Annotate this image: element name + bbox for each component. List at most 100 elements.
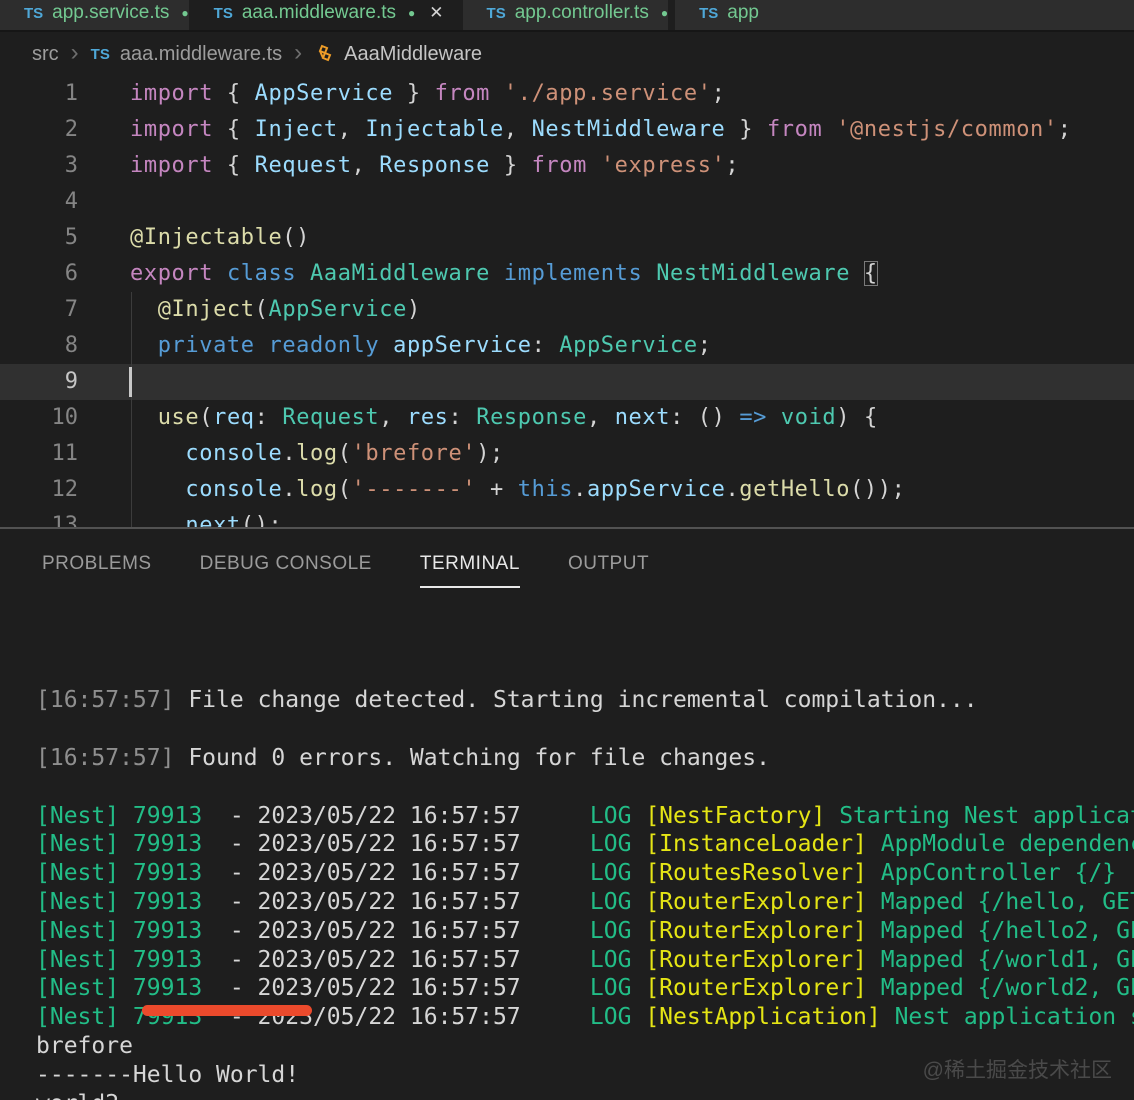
terminal-text (631, 1004, 645, 1030)
terminal-output[interactable]: [16:57:57] File change detected. Startin… (36, 600, 1134, 1100)
token: { (213, 81, 255, 106)
terminal-text (521, 803, 590, 829)
token: export (130, 261, 213, 286)
code-line: 13 next(); (0, 508, 1134, 527)
terminal-text (521, 860, 590, 886)
terminal-text: AppController {/} (867, 860, 1116, 886)
terminal-line: [Nest] 79913 - 2023/05/22 16:57:57 LOG [… (36, 830, 1134, 859)
token (490, 81, 504, 106)
terminal-text (521, 1004, 590, 1030)
token (130, 513, 185, 527)
token (130, 297, 158, 322)
red-annotation-marker (142, 1005, 312, 1016)
token: : (255, 405, 283, 430)
editor-tab-app.service.ts[interactable]: TSapp.service.ts● (0, 0, 190, 32)
token: + (476, 477, 518, 502)
panel-tab-problems[interactable]: PROBLEMS (42, 553, 152, 575)
breadcrumb-folder[interactable]: src (32, 43, 59, 66)
token: ; (698, 333, 712, 358)
token: next (615, 405, 670, 430)
token: (); (241, 513, 283, 527)
token: () (282, 225, 310, 250)
code-text: import { AppService } from './app.servic… (78, 76, 725, 112)
token: Response (476, 405, 587, 430)
terminal-text (631, 803, 645, 829)
token: from (767, 117, 822, 142)
editor-tab-app[interactable]: TSapp (675, 0, 1134, 32)
token: AaaMiddleware (310, 261, 490, 286)
terminal-line: [Nest] 79913 - 2023/05/22 16:57:57 LOG [… (36, 917, 1134, 946)
chevron-right-icon: › (71, 39, 79, 67)
token: console (185, 441, 282, 466)
token: ) { (836, 405, 878, 430)
line-number: 11 (0, 436, 78, 472)
terminal-text (631, 975, 645, 1001)
token: ()); (850, 477, 905, 502)
token: import (130, 81, 213, 106)
code-line: 2import { Inject, Injectable, NestMiddle… (0, 112, 1134, 148)
token: implements (504, 261, 642, 286)
token: log (296, 477, 338, 502)
code-text: console.log('-------' + this.appService.… (78, 472, 905, 508)
terminal-text: Starting Nest application... (825, 803, 1134, 829)
panel-tab-output[interactable]: OUTPUT (568, 553, 649, 575)
token: . (282, 477, 296, 502)
panel-tab-terminal[interactable]: TERMINAL (420, 553, 520, 575)
token: : (449, 405, 477, 430)
token: 'brefore' (352, 441, 477, 466)
code-editor[interactable]: 1import { AppService } from './app.servi… (0, 76, 1134, 527)
token: AppService (559, 333, 697, 358)
token: . (573, 477, 587, 502)
breadcrumb-symbol[interactable]: AaaMiddleware (344, 43, 482, 66)
code-line: 9 (0, 364, 1134, 400)
terminal-text: [InstanceLoader] (645, 831, 867, 857)
terminal-text: [Nest] 79913 (36, 975, 202, 1001)
terminal-text: [16:57:57] (36, 745, 174, 771)
token: ; (712, 81, 726, 106)
token: Response (379, 153, 490, 178)
token: readonly (268, 333, 379, 358)
typescript-file-icon: TS (487, 5, 506, 22)
terminal-text: [RouterExplorer] (645, 889, 867, 915)
breadcrumb-file[interactable]: aaa.middleware.ts (120, 43, 282, 66)
terminal-line: [Nest] 79913 - 2023/05/22 16:57:57 LOG [… (36, 888, 1134, 917)
typescript-file-icon: TS (91, 46, 110, 63)
token: appService (393, 333, 531, 358)
token: Injectable (365, 117, 503, 142)
token: use (158, 405, 200, 430)
typescript-file-icon: TS (699, 5, 718, 22)
token: ( (255, 297, 269, 322)
editor-tab-aaa.middleware.ts[interactable]: TSaaa.middleware.ts●✕ (190, 0, 463, 32)
token: ); (476, 441, 504, 466)
token (255, 333, 269, 358)
editor-tab-bar: TSapp.service.ts●TSaaa.middleware.ts●✕TS… (0, 0, 1134, 32)
token: res (407, 405, 449, 430)
modified-dot-icon: ● (408, 6, 415, 20)
tab-label: app.service.ts (52, 2, 169, 24)
terminal-text (631, 831, 645, 857)
token: this (518, 477, 573, 502)
editor-tab-app.controller.ts[interactable]: TSapp.controller.ts● (463, 0, 670, 32)
token: log (296, 441, 338, 466)
terminal-text (631, 860, 645, 886)
panel-tab-debug-console[interactable]: DEBUG CONSOLE (200, 553, 372, 575)
line-number: 13 (0, 508, 78, 527)
chevron-right-icon: › (294, 39, 302, 67)
token: @Injectable (130, 225, 282, 250)
terminal-text (521, 918, 590, 944)
terminal-text: [Nest] 79913 (36, 889, 202, 915)
terminal-text: Nest application successfully started (881, 1004, 1134, 1030)
terminal-text: - 2023/05/22 16:57:57 (202, 889, 521, 915)
code-text: private readonly appService: AppService; (78, 328, 712, 364)
modified-dot-icon: ● (661, 6, 668, 20)
token: } (725, 117, 767, 142)
terminal-text: Mapped {/hello2, GET} route (867, 918, 1134, 944)
token (379, 333, 393, 358)
token: void (781, 405, 836, 430)
breadcrumb: src › TS aaa.middleware.ts › AaaMiddlewa… (0, 32, 1134, 76)
token: . (725, 477, 739, 502)
code-text: import { Request, Response } from 'expre… (78, 148, 739, 184)
close-icon[interactable]: ✕ (429, 3, 443, 23)
token: ; (725, 153, 739, 178)
token: } (490, 153, 532, 178)
